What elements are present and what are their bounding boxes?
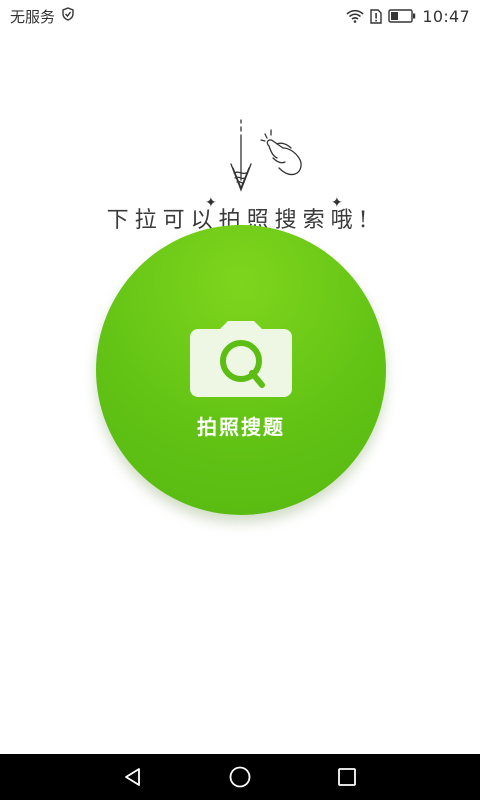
status-right: 10:47 — [346, 7, 470, 26]
clock: 10:47 — [422, 6, 470, 26]
shield-icon — [61, 7, 75, 25]
screen: 无服务 10:47 下拉可以拍照搜索哦! ✦ ✦ 拍照搜题 — [0, 0, 480, 800]
wifi-icon — [346, 9, 364, 23]
recents-icon — [337, 768, 356, 786]
back-icon — [125, 768, 141, 786]
camera-search-label: 拍照搜题 — [197, 415, 285, 439]
navigation-bar — [0, 754, 480, 800]
pull-down-arrow-icon — [230, 119, 252, 192]
sparkle-icon: ✦ — [205, 195, 217, 211]
finger-swipe-icon — [260, 129, 302, 176]
carrier-label: 无服务 — [10, 7, 56, 26]
battery-icon — [388, 9, 416, 23]
back-button[interactable] — [115, 759, 151, 795]
sim-alert-icon — [370, 8, 383, 24]
camera-search-icon — [190, 321, 292, 397]
pull-down-illustration — [230, 119, 302, 192]
home-button[interactable] — [222, 759, 258, 795]
camera-search-button[interactable]: 拍照搜题 — [96, 225, 386, 515]
home-icon — [229, 766, 251, 788]
status-bar: 无服务 10:47 — [0, 0, 480, 32]
status-left: 无服务 — [10, 6, 75, 27]
sparkle-icon: ✦ — [331, 195, 343, 211]
recents-button[interactable] — [329, 759, 365, 795]
